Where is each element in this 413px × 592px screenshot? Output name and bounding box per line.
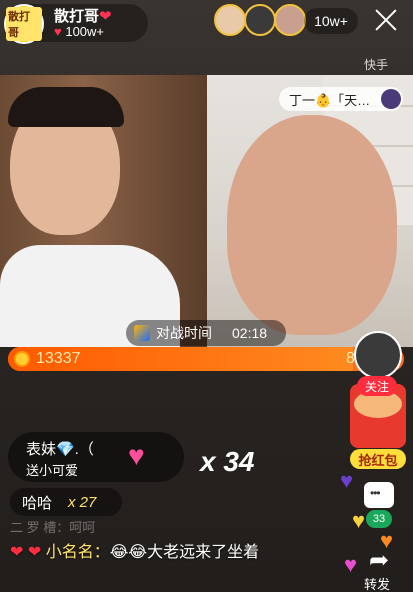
faded-chat-line: 二 罗 槽：呵呵 <box>10 520 96 535</box>
chat-hearts: ❤ ❤ <box>10 544 42 561</box>
viewer-avatar[interactable] <box>244 4 276 36</box>
heart-icon: ❤ <box>99 8 112 25</box>
combo-count: x 27 <box>68 493 97 511</box>
opponent-avatar[interactable] <box>354 331 402 379</box>
host-name: 散打哥❤ <box>54 5 112 26</box>
battle-label: 对战时间 <box>156 325 212 341</box>
gift-count: x 34 <box>200 446 255 477</box>
close-icon[interactable] <box>374 8 398 32</box>
live-stream-view: 散打哥 散打哥❤ ♥ 100w+ 10w+ 快手 丁一👶「天… 对战时间 02:… <box>0 0 413 592</box>
viewer-avatar[interactable] <box>274 4 306 36</box>
logo-text: 散打哥 <box>6 7 42 41</box>
opponent-name-tag[interactable]: 丁一👶「天… <box>279 87 403 111</box>
vs-icon <box>134 325 150 341</box>
comment-button[interactable] <box>364 482 394 508</box>
winged-heart-icon: ♥ <box>128 440 145 471</box>
gift-notification: 表妹💎.（ 送小可爱 ♥ <box>8 432 184 482</box>
host-name-text: 散打哥 <box>54 8 100 25</box>
likes-heart-icon: ♥ <box>54 24 62 39</box>
gift-sender: 表妹💎.（ <box>26 441 94 458</box>
viewer-avatar[interactable] <box>214 4 246 36</box>
coin-icon <box>14 351 30 367</box>
opponent-tag-icon <box>381 89 401 109</box>
floating-heart-icon: ♥ <box>340 468 354 493</box>
opponent-face <box>227 115 397 335</box>
likes-count: ♥ 100w+ <box>54 24 104 39</box>
viewer-avatars[interactable] <box>214 4 310 36</box>
score-left: 13337 <box>36 350 81 367</box>
comment-count: 33 <box>366 510 392 528</box>
opponent-name: 丁一👶「天… <box>289 92 371 108</box>
combo-text: 哈哈 <box>22 494 53 512</box>
viewer-count[interactable]: 10w+ <box>304 8 358 34</box>
battle-time: 02:18 <box>232 325 268 341</box>
opponent-video[interactable] <box>207 75 413 347</box>
floating-heart-icon: ♥ <box>344 552 358 577</box>
battle-score-bar: 13337 8 <box>8 347 404 371</box>
host-avatar[interactable]: 散打哥 <box>4 4 44 44</box>
chat-username: 小名名： <box>45 544 110 561</box>
host-hair <box>8 87 124 127</box>
host-video[interactable] <box>0 75 207 347</box>
gift-subtitle: 送小可爱 <box>26 463 79 478</box>
follow-button[interactable]: 关注 <box>357 376 397 396</box>
share-icon[interactable]: ➦ <box>362 546 396 574</box>
red-packet-button[interactable]: 抢红包 <box>350 449 406 469</box>
battle-timer: 对战时间 02:18 <box>126 320 286 346</box>
floating-heart-icon: ♥ <box>352 508 366 533</box>
share-label[interactable]: 转发 <box>364 574 390 592</box>
chat-message: ❤ ❤ 小名名：😂😂大老远来了坐着 <box>10 540 340 566</box>
combo-message: 哈哈 x 27 <box>10 488 122 516</box>
brand-watermark: 快手 <box>364 58 389 72</box>
likes-value: 100w+ <box>65 24 105 39</box>
chat-text: 😂😂大老远来了坐着 <box>109 544 260 561</box>
